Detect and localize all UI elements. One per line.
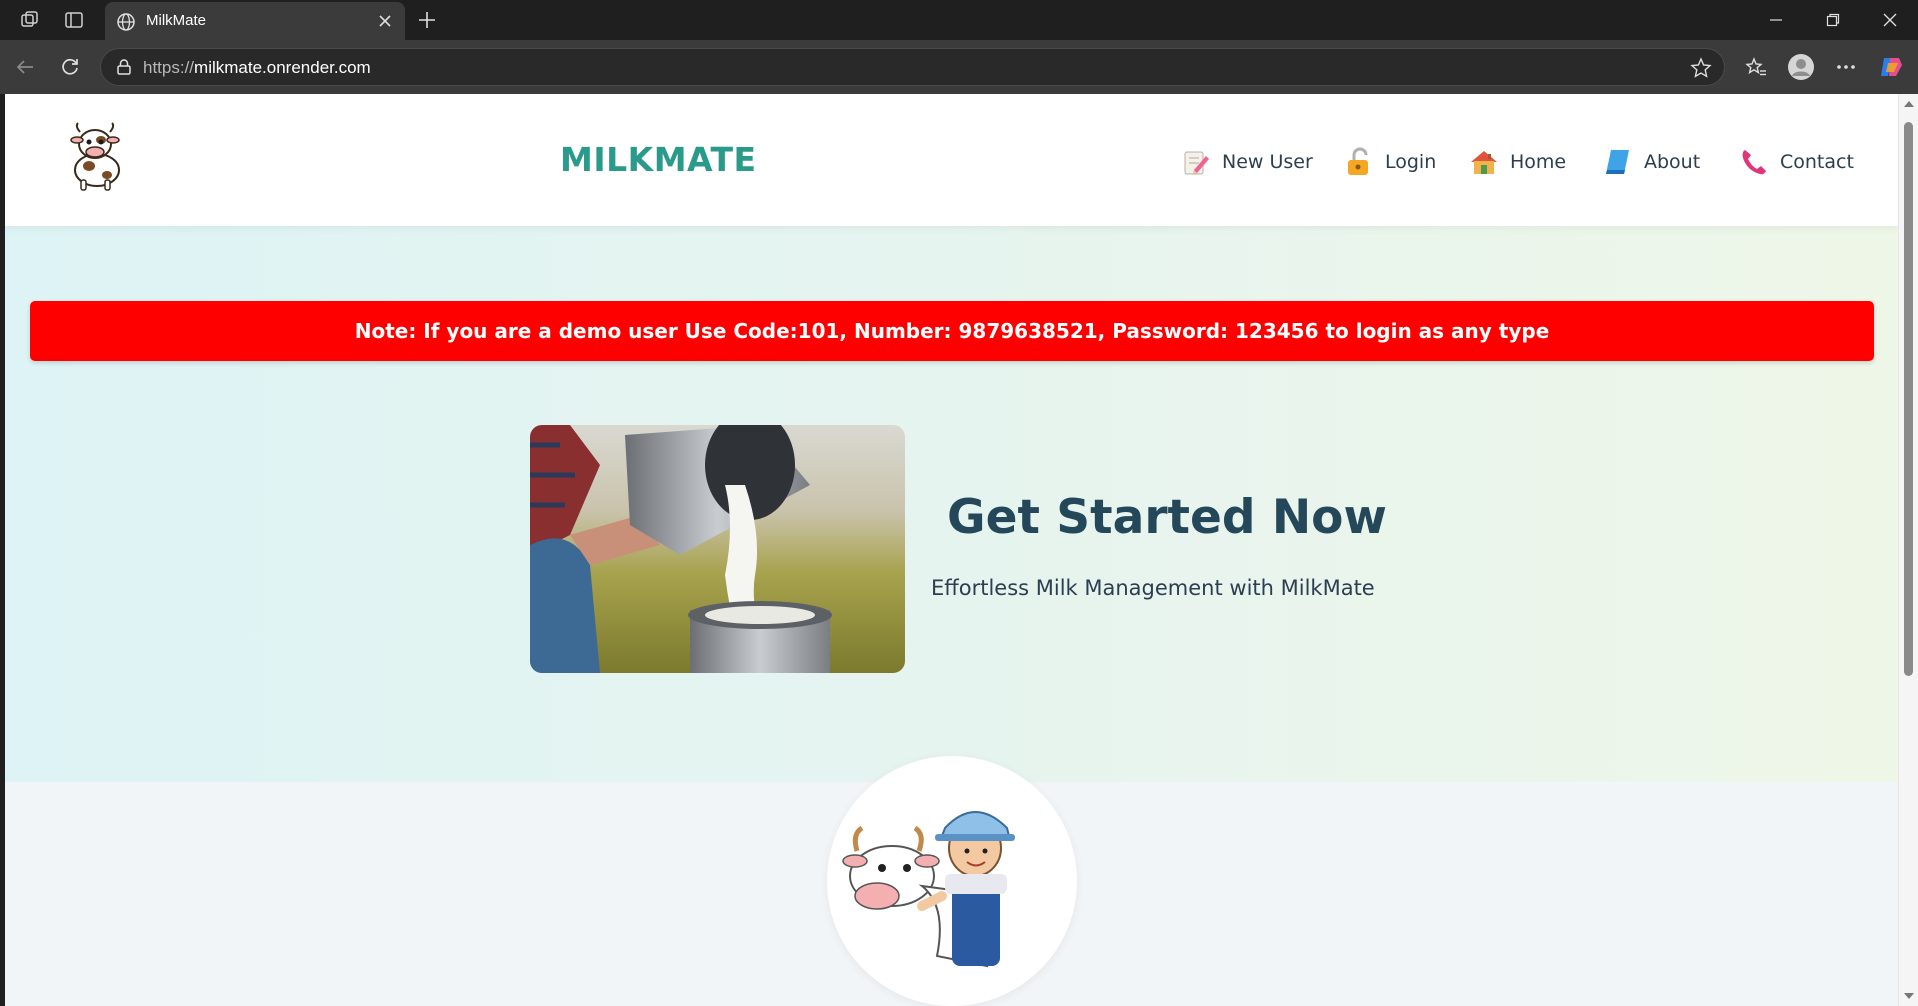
brand-title[interactable]: MILKMATE xyxy=(560,140,757,179)
scroll-up-arrow-icon[interactable] xyxy=(1904,101,1914,107)
tab-actions-icon[interactable] xyxy=(62,8,86,32)
copilot-icon[interactable] xyxy=(1876,52,1906,82)
close-tab-icon[interactable] xyxy=(375,11,395,31)
hero-section: Note: If you are a demo user Use Code:10… xyxy=(5,226,1898,782)
more-options-icon[interactable] xyxy=(1831,52,1861,82)
nav-new-user[interactable]: New User xyxy=(1180,144,1313,180)
browser-toolbar: https://milkmate.onrender.com xyxy=(0,40,1918,94)
favorites-icon[interactable] xyxy=(1741,52,1771,82)
back-icon[interactable] xyxy=(10,52,40,82)
nav-about[interactable]: About xyxy=(1602,144,1700,180)
new-tab-icon[interactable] xyxy=(415,8,439,32)
restore-icon[interactable] xyxy=(1805,0,1861,40)
demo-notice-text: Note: If you are a demo user Use Code:10… xyxy=(354,319,1550,343)
nav-login[interactable]: Login xyxy=(1343,144,1436,180)
house-icon xyxy=(1468,146,1500,178)
refresh-icon[interactable] xyxy=(55,52,85,82)
tab-title: MilkMate xyxy=(146,12,207,29)
close-window-icon[interactable] xyxy=(1862,0,1918,40)
hero-title: Get Started Now xyxy=(947,490,1387,545)
scroll-down-arrow-icon[interactable] xyxy=(1904,993,1914,999)
site-header: MILKMATE New User Login Home About Conta… xyxy=(5,94,1898,226)
farmer-cow-mascot-image xyxy=(827,756,1077,1006)
lock-icon[interactable] xyxy=(115,58,133,80)
milk-pouring-image xyxy=(530,425,905,673)
address-bar[interactable]: https://milkmate.onrender.com xyxy=(100,48,1725,86)
padlock-icon xyxy=(1343,146,1375,178)
nav-contact[interactable]: Contact xyxy=(1738,144,1854,180)
phone-icon xyxy=(1738,146,1770,178)
cow-logo-icon[interactable] xyxy=(55,120,135,192)
book-icon xyxy=(1602,146,1634,178)
nav-home[interactable]: Home xyxy=(1468,144,1566,180)
browser-tab[interactable]: MilkMate xyxy=(105,2,405,40)
url-text: https://milkmate.onrender.com xyxy=(143,58,371,77)
hero-subtitle: Effortless Milk Management with MilkMate xyxy=(931,576,1375,600)
notepad-pencil-icon xyxy=(1180,146,1212,178)
minimize-icon[interactable] xyxy=(1748,0,1804,40)
globe-icon xyxy=(115,11,137,37)
workspaces-icon[interactable] xyxy=(18,8,42,32)
page-scrollbar[interactable] xyxy=(1898,94,1918,1006)
browser-titlebar: MilkMate xyxy=(0,0,1918,40)
favorite-star-icon[interactable] xyxy=(1690,57,1712,83)
demo-notice-banner: Note: If you are a demo user Use Code:10… xyxy=(30,301,1874,361)
scroll-thumb[interactable] xyxy=(1904,122,1913,676)
profile-avatar-icon[interactable] xyxy=(1786,52,1816,82)
page-viewport: MILKMATE New User Login Home About Conta… xyxy=(5,94,1898,1006)
